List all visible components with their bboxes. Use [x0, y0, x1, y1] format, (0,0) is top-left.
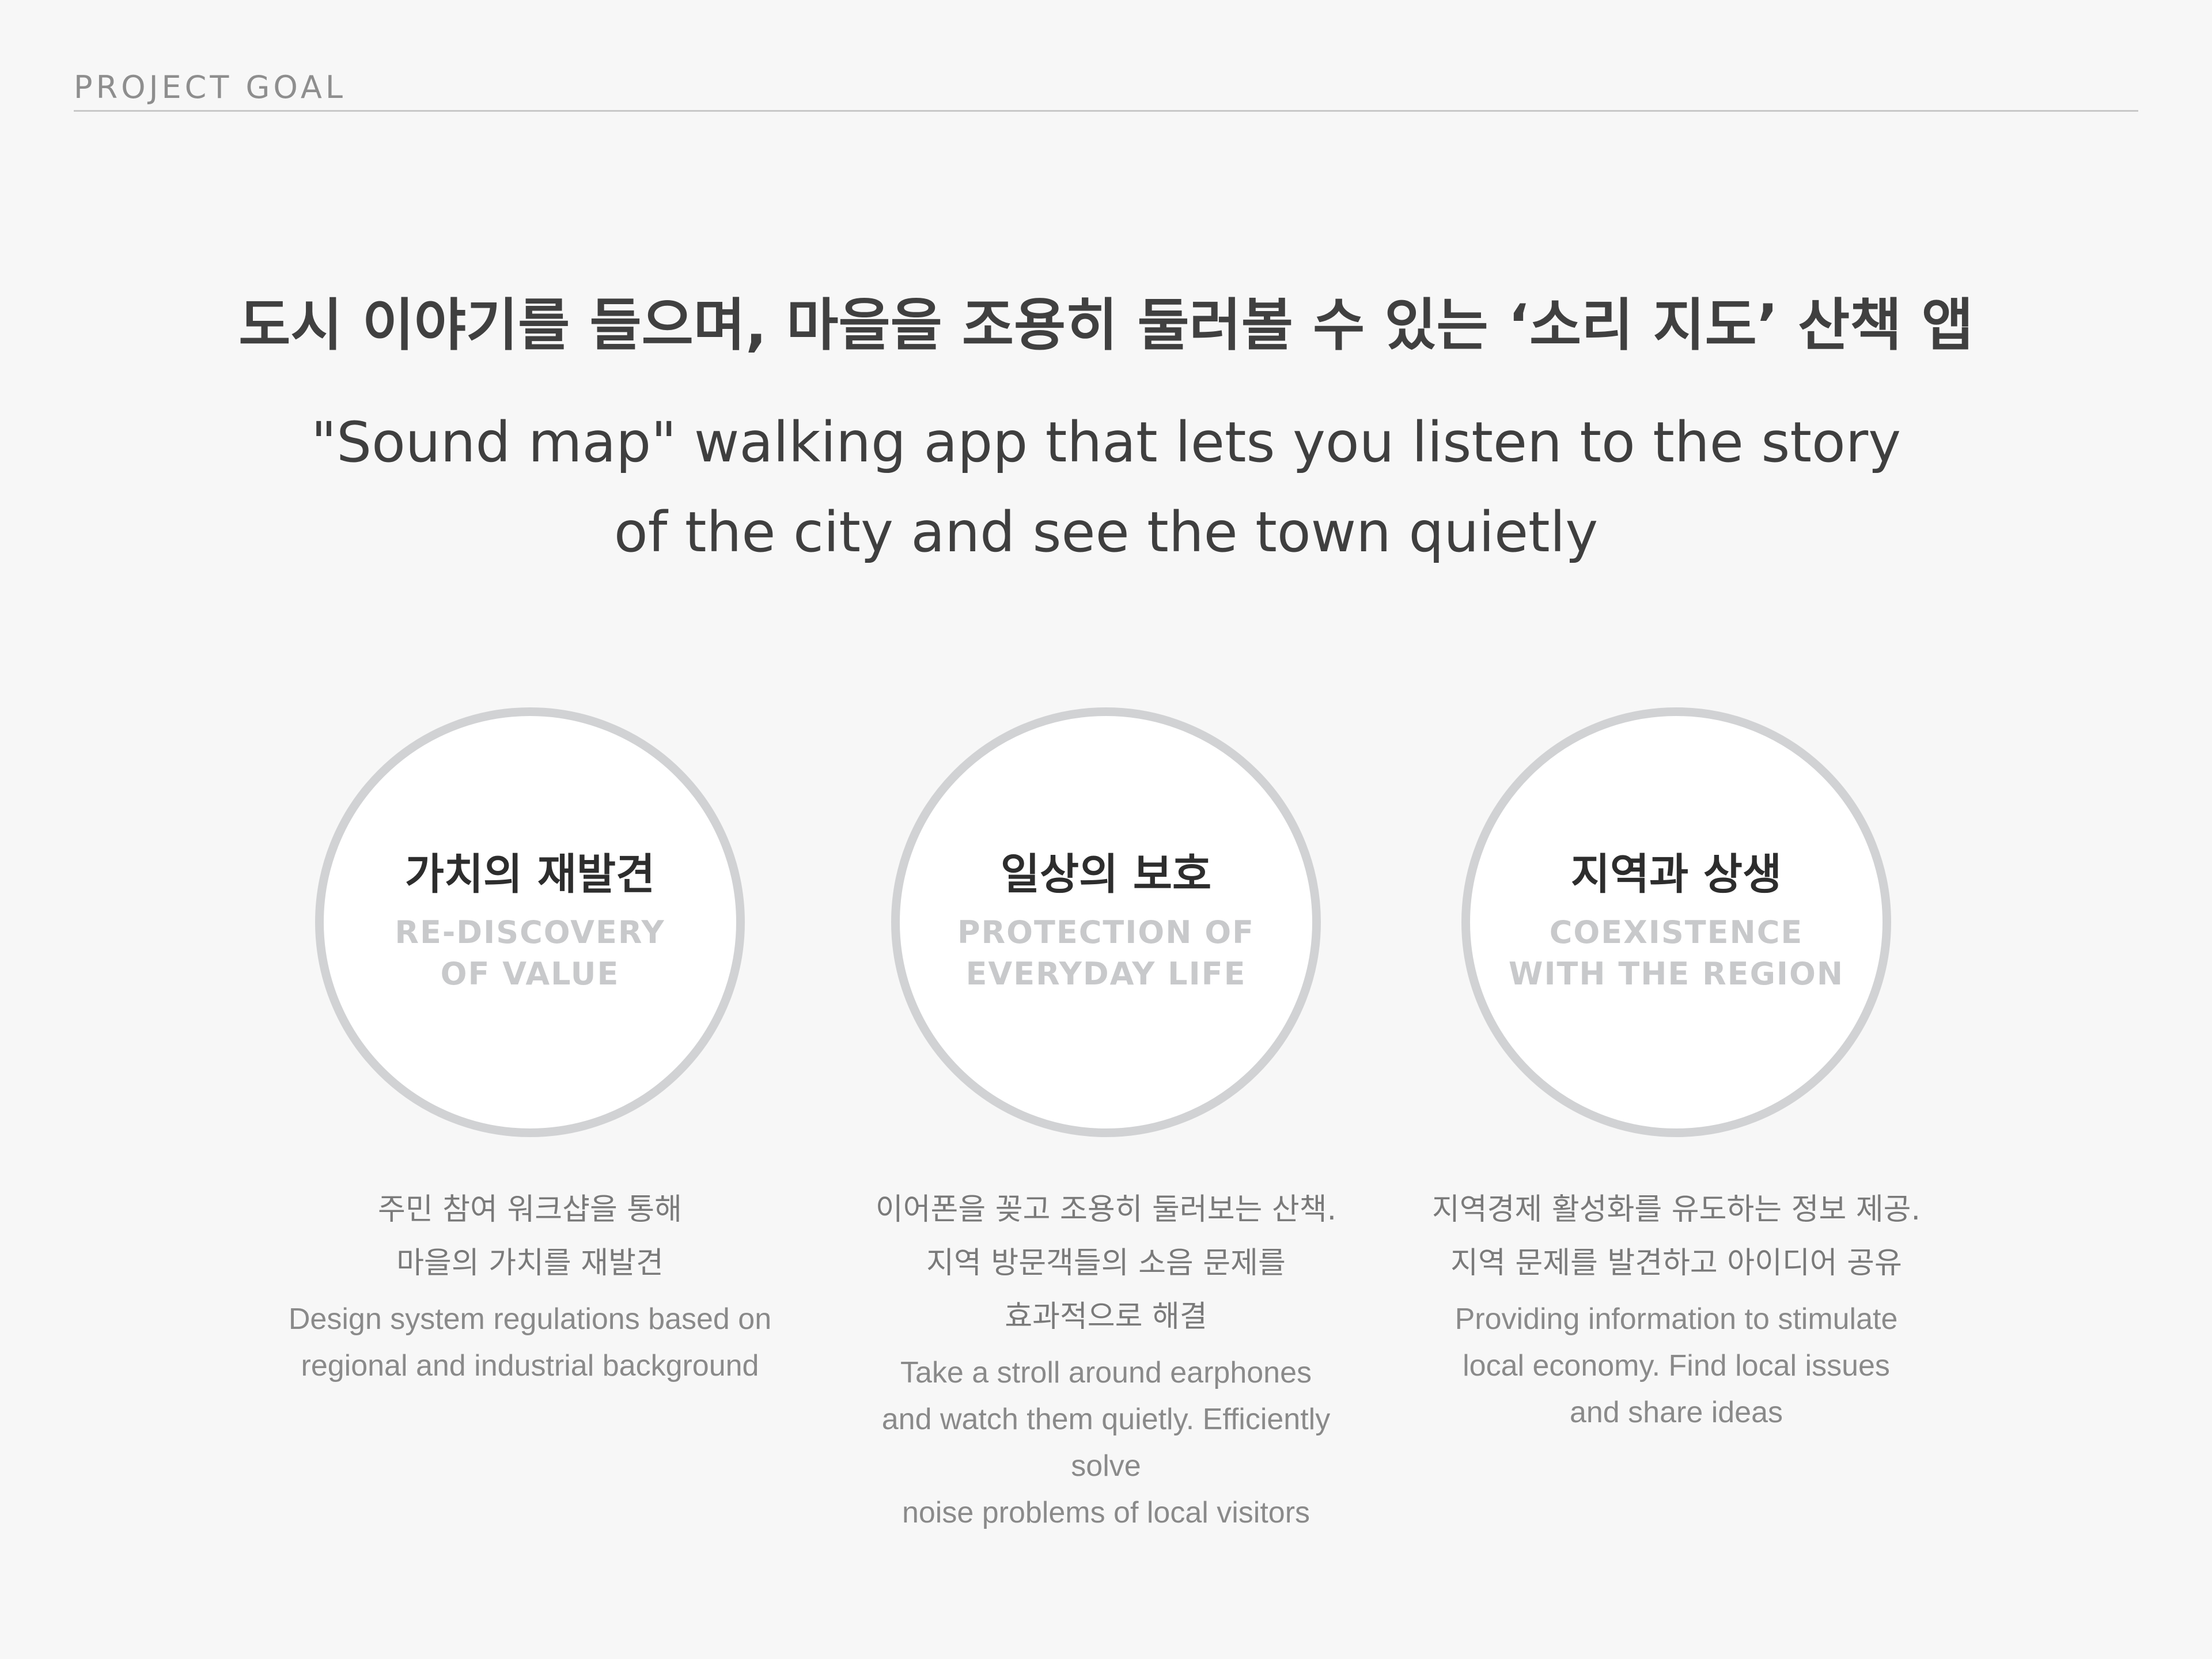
- goal-title-english-line: PROTECTION OF: [957, 914, 1255, 950]
- goal-circle: 가치의 재발견 RE-DISCOVERY OF VALUE: [315, 707, 745, 1137]
- headline-korean: 도시 이야기를 들으며, 마을을 조용히 둘러볼 수 있는 ‘소리 지도’ 산책…: [238, 293, 1974, 358]
- goal-title-english-line: WITH THE REGION: [1508, 956, 1844, 992]
- goal-title-english-line: RE-DISCOVERY: [395, 914, 665, 950]
- goal-description-line: 주민 참여 워크샵을 통해: [378, 1192, 682, 1227]
- goal-description-line: Design system regulations based on: [288, 1302, 772, 1336]
- headline-english-line: "Sound map" walking app that lets you li…: [310, 410, 1902, 475]
- goal-circle: 지역과 상생 COEXISTENCE WITH THE REGION: [1461, 707, 1891, 1137]
- goal-title-english-line: OF VALUE: [440, 956, 620, 992]
- goal-description-korean: 지역경제 활성화를 유도하는 정보 제공. 지역 문제를 발견하고 아이디어 공…: [1417, 1183, 1936, 1290]
- goal-description-korean: 이어폰을 꽂고 조용히 둘러보는 산책. 지역 방문객들의 소음 문제를 효과적…: [847, 1183, 1365, 1344]
- goal-title-korean: 일상의 보호: [1000, 850, 1212, 899]
- goal-circle: 일상의 보호 PROTECTION OF EVERYDAY LIFE: [891, 707, 1321, 1137]
- goal-description-line: Take a stroll around earphones: [900, 1356, 1312, 1389]
- goal-description-english: Take a stroll around earphones and watch…: [847, 1350, 1365, 1536]
- goal-description-line: and share ideas: [1569, 1396, 1783, 1429]
- goal-item-coexistence: 지역과 상생 COEXISTENCE WITH THE REGION 지역경제 …: [1417, 707, 1936, 1436]
- goal-description-line: 이어폰을 꽂고 조용히 둘러보는 산책.: [875, 1192, 1337, 1227]
- goal-title-english: PROTECTION OF EVERYDAY LIFE: [900, 912, 1312, 995]
- goal-description-line: noise problems of local visitors: [902, 1496, 1310, 1529]
- goal-title-english: COEXISTENCE WITH THE REGION: [1470, 912, 1883, 995]
- goal-description-line: 마을의 가치를 재발견: [396, 1246, 664, 1281]
- goal-title-english-line: EVERYDAY LIFE: [965, 956, 1247, 992]
- goal-description-line: 지역 문제를 발견하고 아이디어 공유: [1450, 1246, 1902, 1281]
- goal-description-korean: 주민 참여 워크샵을 통해 마을의 가치를 재발견: [271, 1183, 789, 1290]
- headline-english-line: of the city and see the town quietly: [613, 500, 1599, 565]
- goal-item-rediscovery: 가치의 재발견 RE-DISCOVERY OF VALUE 주민 참여 워크샵을…: [271, 707, 789, 1389]
- goal-description-english: Providing information to stimulate local…: [1417, 1296, 1936, 1436]
- goal-description-line: Providing information to stimulate: [1455, 1302, 1898, 1336]
- section-label: PROJECT GOAL: [74, 69, 346, 105]
- goal-description-line: regional and industrial background: [301, 1349, 759, 1382]
- goal-description-line: 지역 방문객들의 소음 문제를: [926, 1246, 1286, 1281]
- goal-title-korean: 가치의 재발견: [404, 850, 656, 899]
- goal-description-line: 지역경제 활성화를 유도하는 정보 제공.: [1431, 1192, 1921, 1227]
- goal-description-english: Design system regulations based on regio…: [271, 1296, 789, 1389]
- goal-item-protection: 일상의 보호 PROTECTION OF EVERYDAY LIFE 이어폰을 …: [847, 707, 1365, 1536]
- header-divider: [74, 110, 2138, 112]
- goal-description-line: 효과적으로 해결: [1005, 1300, 1207, 1334]
- headline-english: "Sound map" walking app that lets you li…: [0, 397, 2212, 577]
- goal-title-korean: 지역과 상생: [1570, 850, 1782, 899]
- goal-title-english-line: COEXISTENCE: [1549, 914, 1804, 950]
- goal-title-english: RE-DISCOVERY OF VALUE: [324, 912, 736, 995]
- goal-description-line: and watch them quietly. Efficiently solv…: [881, 1403, 1331, 1483]
- goal-description-line: local economy. Find local issues: [1463, 1349, 1890, 1382]
